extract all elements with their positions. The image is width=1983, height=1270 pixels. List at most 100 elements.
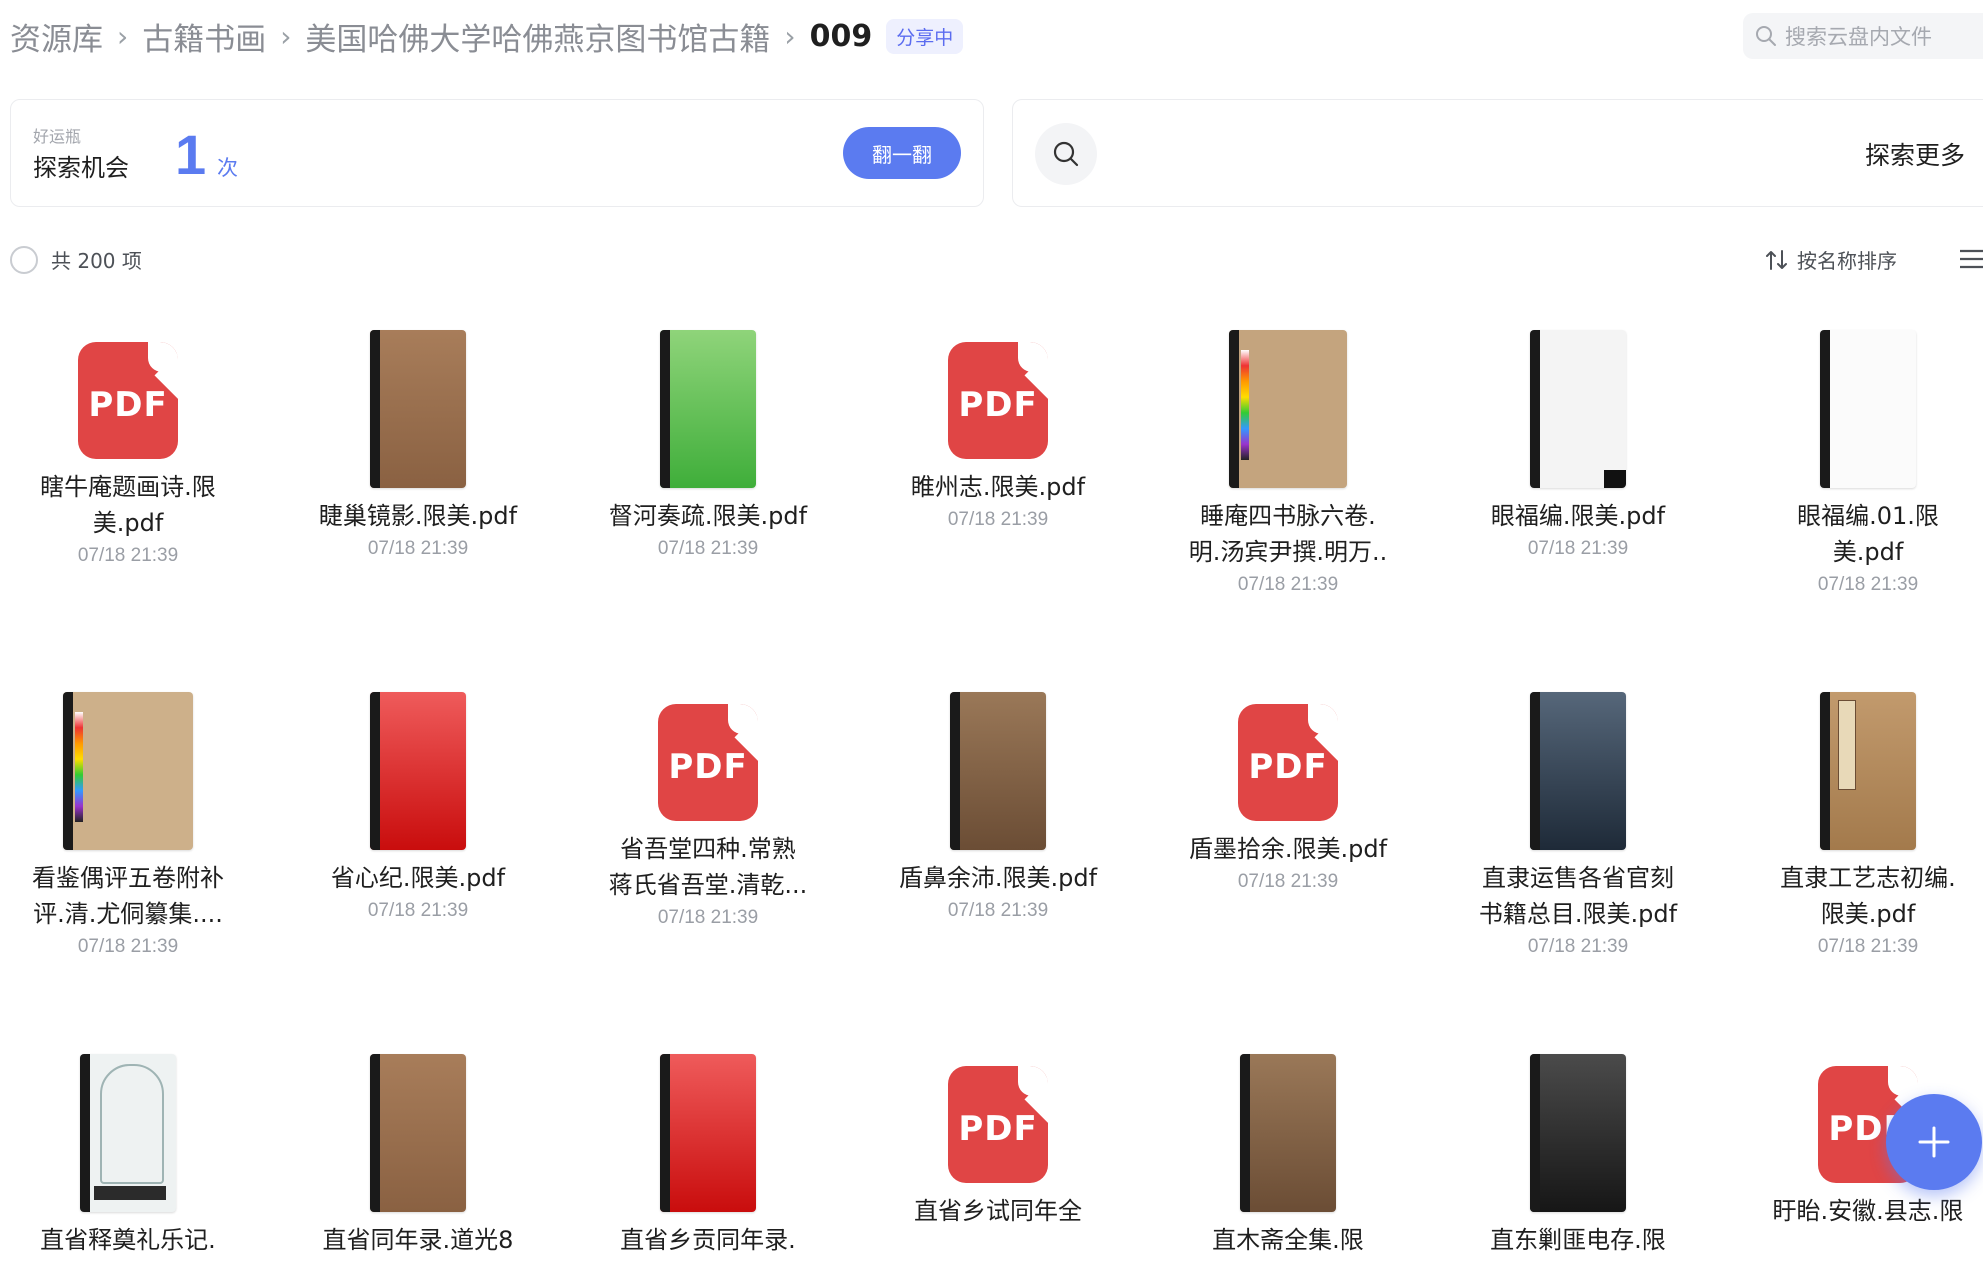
book-cover-thumbnail <box>1820 692 1916 850</box>
breadcrumb-item-ancient-books[interactable]: 古籍书画 <box>142 14 266 59</box>
book-cover-thumbnail <box>1530 692 1626 850</box>
file-name-line1: 睡庵四书脉六卷. <box>1200 502 1376 530</box>
file-name-line1: 瞎牛庵题画诗.限 <box>40 473 216 501</box>
file-date: 07/18 21:39 <box>1237 574 1339 595</box>
chevron-right-icon: › <box>280 19 292 53</box>
add-button[interactable] <box>1886 1094 1982 1190</box>
book-cover-thumbnail <box>63 692 193 850</box>
search-input[interactable]: 搜索云盘内文件 <box>1743 13 1983 59</box>
file-item[interactable]: PDF 瞎牛庵题画诗.限 美.pdf 07/18 21:39 <box>23 342 233 567</box>
file-name-line1: 盱眙.安徽.县志.限 <box>1772 1197 1964 1225</box>
book-spine <box>370 692 380 850</box>
book-spine <box>1530 330 1540 488</box>
sort-button[interactable]: 按名称排序 <box>1765 245 1897 274</box>
book-spine <box>660 330 670 488</box>
book-spine <box>660 1054 670 1212</box>
file-item[interactable]: 直省释奠礼乐记. <box>23 1054 233 1258</box>
file-name: 直省乡试同年全 <box>893 1193 1103 1229</box>
breadcrumb-item-resource-library[interactable]: 资源库 <box>10 14 103 59</box>
file-date: 07/18 21:39 <box>947 509 1049 530</box>
file-name: 直木斋全集.限 <box>1183 1222 1393 1258</box>
file-date: 07/18 21:39 <box>657 907 759 928</box>
file-name-line2: 明.汤宾尹撰.明万.. <box>1188 538 1388 566</box>
book-spine <box>1229 330 1239 488</box>
pdf-icon-label: PDF <box>958 1109 1038 1149</box>
file-item[interactable]: 眼福编.01.限 美.pdf 07/18 21:39 <box>1763 330 1973 596</box>
book-cover-thumbnail <box>370 330 466 488</box>
book-cover-thumbnail <box>660 330 756 488</box>
file-name-line1: 盾鼻余沛.限美.pdf <box>898 864 1098 892</box>
file-item[interactable]: 盾鼻余沛.限美.pdf 07/18 21:39 <box>893 692 1103 922</box>
file-item[interactable]: 直东剿匪电存.限 <box>1473 1054 1683 1258</box>
chance-count: 1 <box>175 123 207 186</box>
file-name: 眼福编.01.限 美.pdf <box>1763 498 1973 570</box>
file-name: 睡庵四书脉六卷. 明.汤宾尹撰.明万.. <box>1183 498 1393 570</box>
file-name-line1: 直省同年录.道光8 <box>322 1226 514 1254</box>
book-cover-thumbnail <box>950 692 1046 850</box>
file-date: 07/18 21:39 <box>77 936 179 957</box>
file-date: 07/18 21:39 <box>657 538 759 559</box>
file-item[interactable]: 睡庵四书脉六卷. 明.汤宾尹撰.明万.. 07/18 21:39 <box>1183 330 1393 596</box>
file-item[interactable]: PDF 直省乡试同年全 <box>893 1066 1103 1229</box>
book-cover-thumbnail <box>80 1054 176 1212</box>
file-item[interactable]: 省心纪.限美.pdf 07/18 21:39 <box>313 692 523 922</box>
pdf-icon-label: PDF <box>958 385 1038 425</box>
book-cover-thumbnail <box>1820 330 1916 488</box>
book-title-label <box>1838 700 1856 790</box>
file-item[interactable]: 直省同年录.道光8 <box>313 1054 523 1258</box>
explore-search-icon[interactable] <box>1035 123 1097 185</box>
sort-label: 按名称排序 <box>1797 249 1897 273</box>
plus-icon <box>1918 1126 1950 1158</box>
file-name: 盱眙.安徽.县志.限 <box>1763 1193 1973 1229</box>
file-name-line2: 评.清.尤侗纂集.... <box>33 900 223 928</box>
file-item[interactable]: 看鉴偶评五卷附补 评.清.尤侗纂集.... 07/18 21:39 <box>23 692 233 958</box>
book-spine <box>80 1054 90 1212</box>
file-name: 睢州志.限美.pdf <box>893 469 1103 505</box>
color-chart-strip <box>1241 350 1249 460</box>
file-item[interactable]: PDF 睢州志.限美.pdf 07/18 21:39 <box>893 342 1103 531</box>
book-spine <box>63 692 73 850</box>
file-name-line1: 直省释奠礼乐记. <box>40 1226 216 1254</box>
explore-more-link[interactable]: 探索更多 <box>1865 136 1965 172</box>
file-date: 07/18 21:39 <box>947 900 1049 921</box>
flip-button[interactable]: 翻一翻 <box>843 127 961 179</box>
book-cover-thumbnail <box>370 1054 466 1212</box>
list-view-icon[interactable] <box>1958 247 1983 271</box>
file-name: 盾墨拾余.限美.pdf <box>1183 831 1393 867</box>
book-cover-thumbnail <box>1229 330 1347 488</box>
file-name: 直省同年录.道光8 <box>313 1222 523 1258</box>
file-name-line1: 睢州志.限美.pdf <box>910 473 1086 501</box>
file-item[interactable]: 直隶运售各省官刻 书籍总目.限美.pdf 07/18 21:39 <box>1473 692 1683 958</box>
file-name-line2: 美.pdf <box>1832 538 1904 566</box>
book-spine <box>1240 1054 1250 1212</box>
file-item[interactable]: PDF 省吾堂四种.常熟 蒋氏省吾堂.清乾... 07/18 21:39 <box>603 704 813 929</box>
breadcrumb-item-harvard[interactable]: 美国哈佛大学哈佛燕京图书馆古籍 <box>305 14 770 59</box>
file-name-line1: 眼福编.01.限 <box>1797 502 1939 530</box>
file-item[interactable]: 直木斋全集.限 <box>1183 1054 1393 1258</box>
luck-bottle-card: 好运瓶 探索机会 1 次 翻一翻 <box>10 99 984 207</box>
item-count: 共 200 项 <box>51 249 142 273</box>
explore-card[interactable]: 探索更多 <box>1012 99 1983 207</box>
file-name-line2: 限美.pdf <box>1820 900 1916 928</box>
file-name-line2: 书籍总目.限美.pdf <box>1478 900 1678 928</box>
file-name-line1: 盾墨拾余.限美.pdf <box>1188 835 1388 863</box>
book-caption-bar <box>94 1186 166 1200</box>
color-chart-strip <box>75 712 83 822</box>
file-name: 瞎牛庵题画诗.限 美.pdf <box>23 469 233 541</box>
file-item[interactable]: 直省乡贡同年录. <box>603 1054 813 1258</box>
pdf-file-icon: PDF <box>948 1066 1048 1183</box>
sharing-badge[interactable]: 分享中 <box>886 18 964 54</box>
file-item[interactable]: 督河奏疏.限美.pdf 07/18 21:39 <box>603 330 813 560</box>
file-item[interactable]: PDF 盾墨拾余.限美.pdf 07/18 21:39 <box>1183 704 1393 893</box>
file-item[interactable]: 眼福编.限美.pdf 07/18 21:39 <box>1473 330 1683 560</box>
book-spine <box>1530 692 1540 850</box>
file-name-line1: 直隶工艺志初编. <box>1780 864 1956 892</box>
file-name: 督河奏疏.限美.pdf <box>603 498 813 534</box>
file-name: 直省乡贡同年录. <box>603 1222 813 1258</box>
select-all-checkbox[interactable] <box>10 246 38 274</box>
file-date: 07/18 21:39 <box>1237 871 1339 892</box>
file-item[interactable]: 直隶工艺志初编. 限美.pdf 07/18 21:39 <box>1763 692 1973 958</box>
luck-bottle-label: 好运瓶 <box>33 127 82 146</box>
file-name: 直省释奠礼乐记. <box>23 1222 233 1258</box>
file-item[interactable]: 睫巢镜影.限美.pdf 07/18 21:39 <box>313 330 523 560</box>
